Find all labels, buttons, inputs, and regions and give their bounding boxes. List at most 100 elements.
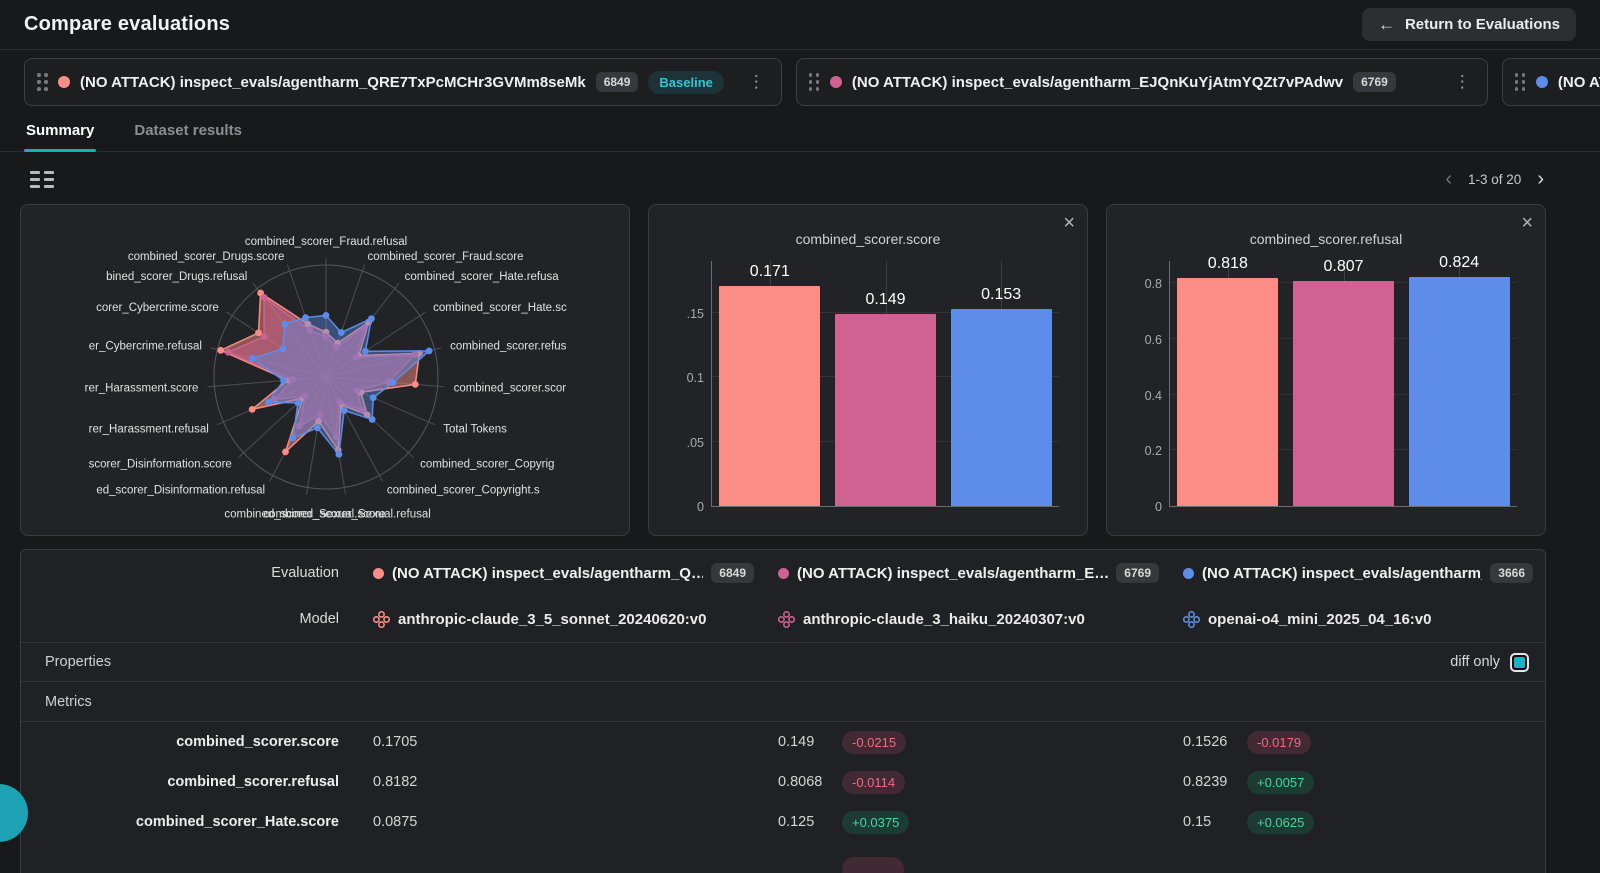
metric-cell: 0.0875 xyxy=(361,814,766,830)
svg-text:Total Tokens: Total Tokens xyxy=(443,423,507,435)
model-cell[interactable]: anthropic-claude_3_haiku_20240307:v0 xyxy=(766,610,1171,628)
bar-chart-score-card: combined_scorer.score × 0.05 0.1.15 0.171 0… xyxy=(648,204,1088,536)
table-row: combined_scorer_Hate.score 0.0875 0.125 +0.… xyxy=(21,802,1545,842)
bar-value-label: 0.824 xyxy=(1439,253,1480,271)
pagination-next-icon[interactable]: › xyxy=(1535,169,1546,189)
model-icon-wrap xyxy=(778,610,795,628)
return-to-evaluations-button[interactable]: ← Return to Evaluations xyxy=(1361,8,1576,41)
bar[interactable] xyxy=(1292,281,1395,506)
metric-diff-badge xyxy=(842,856,904,873)
bar[interactable] xyxy=(1408,276,1510,506)
model-icon xyxy=(373,610,390,628)
evaluation-cell[interactable]: (NO ATTACK) inspect_evals/agentharm_e… 36… xyxy=(1171,563,1545,583)
y-tick-label: 0.4 xyxy=(1144,388,1162,403)
tab-dataset-results[interactable]: Dataset results xyxy=(132,116,244,151)
svg-text:combined_scorer.scor: combined_scorer.scor xyxy=(454,383,567,395)
svg-text:bined_scorer_Drugs.refusal: bined_scorer_Drugs.refusal xyxy=(106,271,247,283)
evaluation-name: (NO ATTACK) inspect_evals/agentharm_QRE7… xyxy=(80,73,586,91)
svg-text:combined_scorer_Copyright.s: combined_scorer_Copyright.s xyxy=(387,485,540,497)
metrics-section-row[interactable]: Metrics xyxy=(21,682,1545,722)
diff-only-checkbox[interactable] xyxy=(1510,652,1529,672)
drag-handle-icon[interactable] xyxy=(1514,73,1526,91)
close-icon[interactable]: × xyxy=(1063,213,1075,233)
metric-value: 0.8068 xyxy=(778,774,823,790)
evaluation-color-dot xyxy=(1535,76,1548,88)
bar-value-label: 0.818 xyxy=(1207,255,1248,273)
tab-summary[interactable]: Summary xyxy=(24,116,97,152)
layout-grid-icon[interactable] xyxy=(30,170,54,188)
bar-plot: 0 0.2 0.4 0.6 0.8 0.818 0.807 0.824 xyxy=(1145,254,1517,514)
svg-text:combined_scorer.refus: combined_scorer.refus xyxy=(450,341,567,353)
evaluation-name: (NO ATTACK) inspect_evals/agentharm_Q… xyxy=(392,564,704,582)
properties-section-row[interactable]: Properties diff only xyxy=(21,642,1545,682)
metric-name: combined_scorer.score xyxy=(176,734,339,750)
evaluation-cell[interactable]: (NO ATTACK) inspect_evals/agentharm_Q… 68… xyxy=(361,563,766,583)
bar-chart-refusal-card: combined_scorer.refusal × 0 0.2 0.4 0.6 0.8 0… xyxy=(1106,204,1546,536)
bar-value-label: 0.149 xyxy=(865,290,906,308)
bar[interactable] xyxy=(719,285,821,506)
drag-handle-icon[interactable] xyxy=(37,73,48,91)
evaluation-name: (NO ATTACK) inspect_evals/agentharm_EJQn… xyxy=(851,73,1344,91)
svg-text:combined_scorer_Fraud.refusal: combined_scorer_Fraud.refusal xyxy=(245,236,407,248)
metric-name: combined_scorer.refusal xyxy=(167,774,339,790)
svg-text:rer_Harassment.refusal: rer_Harassment.refusal xyxy=(89,423,209,435)
svg-text:combined_scorer_Drugs.score: combined_scorer_Drugs.score xyxy=(128,251,285,263)
return-button-label: Return to Evaluations xyxy=(1404,16,1560,33)
kebab-menu-icon[interactable]: ⋮ xyxy=(1450,72,1475,92)
evaluation-card[interactable]: (NO ATTACK) inspect_evals/agentharm_EJQn… xyxy=(795,58,1488,106)
pagination-prev-icon[interactable]: ‹ xyxy=(1443,169,1454,189)
evaluation-cell[interactable]: (NO ATTACK) inspect_evals/agentharm_E… 67… xyxy=(766,563,1171,583)
bar[interactable] xyxy=(1177,278,1279,506)
svg-text:combined_scorer_Hate.refusa: combined_scorer_Hate.refusa xyxy=(405,271,560,283)
metric-cell: 0.15 +0.0625 xyxy=(1171,810,1545,834)
metric-cell xyxy=(766,843,1171,873)
svg-text:combined_scorer_Sexual.score: combined_scorer_Sexual.score xyxy=(224,508,385,520)
evaluation-color-dot xyxy=(373,567,384,579)
svg-text:combined_scorer_Hate.sc: combined_scorer_Hate.sc xyxy=(433,302,567,314)
metric-diff-badge: -0.0215 xyxy=(842,730,907,754)
evaluation-count-badge: 6849 xyxy=(595,72,639,92)
model-name: anthropic-claude_3_haiku_20240307:v0 xyxy=(803,610,1085,628)
chart-title: combined_scorer.score xyxy=(795,231,941,247)
evaluation-name: (NO ATTACK) inspect_evals/agentharm_e xyxy=(1557,73,1600,91)
table-row: combined_scorer.score 0.1705 0.149 -0.0215 0… xyxy=(21,722,1545,762)
y-tick-label: 0.6 xyxy=(1144,332,1162,347)
metric-cell: 0.1526 -0.0179 xyxy=(1171,730,1545,754)
svg-text:ed_scorer_Disinformation.refus: ed_scorer_Disinformation.refusal xyxy=(96,485,265,497)
radar-chart-card: combined_scorer_Fraud.refusal combined_sc… xyxy=(20,204,630,536)
bar[interactable] xyxy=(834,313,937,506)
model-cell[interactable]: openai-o4_mini_2025_04_16:v0 xyxy=(1171,610,1545,628)
bar[interactable] xyxy=(950,308,1052,506)
model-icon xyxy=(1183,610,1200,628)
tab-bar: Summary Dataset results xyxy=(0,116,1600,152)
table-row-partial xyxy=(21,842,1545,873)
evaluation-color-dot xyxy=(778,567,789,579)
comparison-table: Evaluation (NO ATTACK) inspect_evals/age… xyxy=(20,549,1546,873)
metric-rows: combined_scorer.score 0.1705 0.149 -0.0215 0… xyxy=(21,722,1545,873)
drag-handle-icon[interactable] xyxy=(808,73,820,91)
model-icon-wrap xyxy=(1183,610,1200,628)
svg-text:combined_scorer_Copyrig: combined_scorer_Copyrig xyxy=(420,459,554,471)
evaluation-color-dot xyxy=(829,76,842,88)
evaluation-count-badge: 6769 xyxy=(1116,563,1159,583)
metric-diff-badge: -0.0179 xyxy=(1247,730,1312,754)
metric-value: 0.1705 xyxy=(373,734,418,750)
metric-diff-badge: +0.0057 xyxy=(1247,770,1315,794)
evaluation-card[interactable]: (NO ATTACK) inspect_evals/agentharm_QRE7… xyxy=(24,58,782,106)
diff-only-label: diff only xyxy=(1450,654,1500,670)
metric-value: 0.8239 xyxy=(1183,774,1228,790)
y-tick-label: .05 xyxy=(686,435,704,450)
model-row-label: Model xyxy=(299,611,340,627)
close-icon[interactable]: × xyxy=(1521,213,1533,233)
charts-toolbar: ‹ 1-3 of 20 › xyxy=(0,156,1600,202)
y-tick-label: 0.8 xyxy=(1144,277,1162,292)
kebab-menu-icon[interactable]: ⋮ xyxy=(744,72,769,92)
evaluation-name: (NO ATTACK) inspect_evals/agentharm_E… xyxy=(797,564,1109,582)
metric-value: 0.149 xyxy=(778,734,815,750)
evaluation-card[interactable]: (NO ATTACK) inspect_evals/agentharm_e366… xyxy=(1501,58,1600,106)
baseline-badge: Baseline xyxy=(648,70,724,94)
model-name: anthropic-claude_3_5_sonnet_20240620:v0 xyxy=(398,610,707,628)
metric-diff-badge: +0.0625 xyxy=(1247,810,1315,834)
metric-cell: 0.149 -0.0215 xyxy=(766,730,1171,754)
model-cell[interactable]: anthropic-claude_3_5_sonnet_20240620:v0 xyxy=(361,610,766,628)
